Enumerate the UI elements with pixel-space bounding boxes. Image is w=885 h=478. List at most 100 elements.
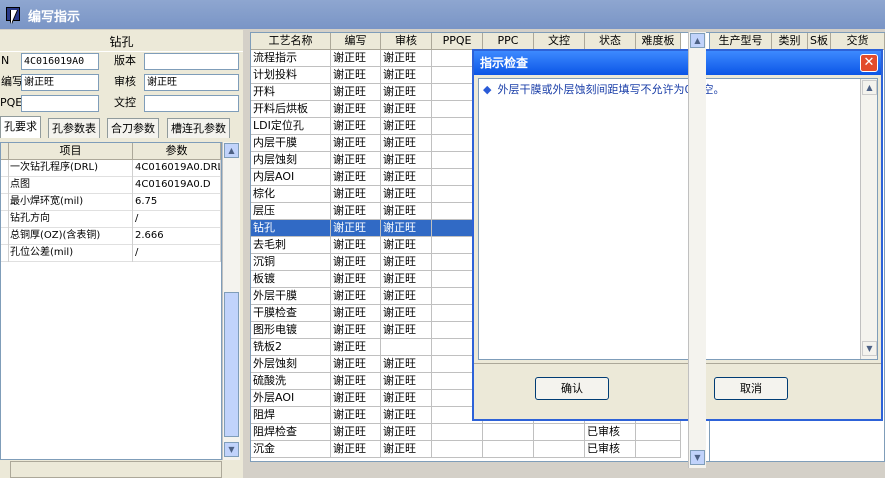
grid-scroll-up-icon[interactable]: ▲: [690, 33, 705, 48]
reviewer-cell[interactable]: 谢正旺: [381, 50, 432, 67]
process-name-cell[interactable]: 内层蚀刻: [251, 152, 331, 169]
reviewer-cell[interactable]: 谢正旺: [381, 373, 432, 390]
difficulty-cell[interactable]: [636, 424, 681, 441]
column-header-difficulty[interactable]: 难度板: [636, 33, 681, 50]
writer-cell[interactable]: 谢正旺: [331, 118, 381, 135]
reviewer-cell[interactable]: 谢正旺: [381, 186, 432, 203]
status-cell[interactable]: 已审核: [585, 424, 636, 441]
reviewer-cell[interactable]: 谢正旺: [381, 203, 432, 220]
grid-row[interactable]: 沉金 谢正旺 谢正旺 已审核: [251, 441, 709, 458]
process-name-cell[interactable]: 铣板2: [251, 339, 331, 356]
close-icon[interactable]: ✕: [860, 54, 878, 72]
writer-cell[interactable]: 谢正旺: [331, 356, 381, 373]
scroll-up-icon[interactable]: ▲: [224, 143, 239, 158]
param-cell[interactable]: 4C016019A0.DRL: [135, 160, 221, 177]
column-header-reviewer[interactable]: 审核: [381, 33, 432, 50]
pqe-field[interactable]: [21, 95, 99, 112]
writer-cell[interactable]: 谢正旺: [331, 101, 381, 118]
process-name-cell[interactable]: 阻焊检查: [251, 424, 331, 441]
doc-control-cell[interactable]: [534, 424, 585, 441]
process-name-cell[interactable]: 开料后烘板: [251, 101, 331, 118]
writer-cell[interactable]: 谢正旺: [331, 135, 381, 152]
reviewer-cell[interactable]: 谢正旺: [381, 390, 432, 407]
process-name-cell[interactable]: 板镀: [251, 271, 331, 288]
tab-hole-requirements[interactable]: 孔要求: [0, 116, 41, 138]
reviewer-cell[interactable]: 谢正旺: [381, 220, 432, 237]
writer-cell[interactable]: 谢正旺: [331, 50, 381, 67]
column-header-process-name[interactable]: 工艺名称: [251, 33, 331, 50]
message-scrollbar[interactable]: ▲ ▼: [860, 79, 877, 359]
writer-cell[interactable]: 谢正旺: [331, 169, 381, 186]
reviewer-cell[interactable]: 谢正旺: [381, 237, 432, 254]
process-name-cell[interactable]: 沉铜: [251, 254, 331, 271]
reviewer-cell[interactable]: 谢正旺: [381, 67, 432, 84]
writer-cell[interactable]: 谢正旺: [331, 407, 381, 424]
writer-cell[interactable]: 谢正旺: [331, 373, 381, 390]
process-name-cell[interactable]: 干膜检查: [251, 305, 331, 322]
column-header-doc-control[interactable]: 文控: [534, 33, 585, 50]
doc-control-field[interactable]: [144, 95, 239, 112]
grid-scroll-down-icon[interactable]: ▼: [690, 450, 705, 465]
scroll-thumb[interactable]: [224, 292, 239, 437]
column-header-extra[interactable]: 类别: [772, 33, 808, 50]
writer-cell[interactable]: 谢正旺: [331, 186, 381, 203]
process-name-cell[interactable]: 计划投料: [251, 67, 331, 84]
ppqe-cell[interactable]: [432, 424, 483, 441]
scroll-down-icon[interactable]: ▼: [224, 442, 239, 457]
writer-cell[interactable]: 谢正旺: [331, 271, 381, 288]
process-name-cell[interactable]: 外层干膜: [251, 288, 331, 305]
process-name-cell[interactable]: 阻焊: [251, 407, 331, 424]
column-header-param[interactable]: 参数: [133, 143, 221, 160]
process-name-cell[interactable]: 外层AOI: [251, 390, 331, 407]
param-cell[interactable]: /: [135, 211, 221, 228]
process-name-cell[interactable]: 钻孔: [251, 220, 331, 237]
process-name-cell[interactable]: 层压: [251, 203, 331, 220]
reviewer-cell[interactable]: 谢正旺: [381, 254, 432, 271]
writer-cell[interactable]: 谢正旺: [331, 339, 381, 356]
table-row[interactable]: 点图 4C016019A0.D: [1, 177, 221, 194]
item-cell[interactable]: 总铜厚(OZ)(含表铜): [10, 228, 133, 245]
column-header-extra[interactable]: 生产型号: [710, 33, 772, 50]
difficulty-cell[interactable]: [636, 441, 681, 458]
reviewer-cell[interactable]: 谢正旺: [381, 441, 432, 458]
reviewer-cell[interactable]: 谢正旺: [381, 118, 432, 135]
reviewer-cell[interactable]: 谢正旺: [381, 322, 432, 339]
table-row[interactable]: 钻孔方向 /: [1, 211, 221, 228]
status-cell[interactable]: 已审核: [585, 441, 636, 458]
table-row[interactable]: 总铜厚(OZ)(含表铜) 2.666: [1, 228, 221, 245]
grid-row[interactable]: 阻焊检查 谢正旺 谢正旺 已审核: [251, 424, 709, 441]
doc-control-cell[interactable]: [534, 441, 585, 458]
writer-cell[interactable]: 谢正旺: [331, 203, 381, 220]
confirm-button[interactable]: 确认: [535, 377, 609, 400]
writer-cell[interactable]: 谢正旺: [331, 305, 381, 322]
no-field[interactable]: 4C016019A0: [21, 53, 99, 70]
version-field[interactable]: [144, 53, 239, 70]
tab-tool-parameters[interactable]: 合刀参数: [107, 118, 159, 138]
column-header-ppqe[interactable]: PPQE: [432, 33, 483, 50]
reviewer-cell[interactable]: 谢正旺: [381, 288, 432, 305]
table-row[interactable]: 一次钻孔程序(DRL) 4C016019A0.DRL: [1, 160, 221, 177]
item-cell[interactable]: 最小焊环宽(mil): [10, 194, 133, 211]
writer-cell[interactable]: 谢正旺: [331, 84, 381, 101]
column-header-writer[interactable]: 编写: [331, 33, 381, 50]
message-scroll-down-icon[interactable]: ▼: [862, 341, 877, 356]
process-name-cell[interactable]: 内层干膜: [251, 135, 331, 152]
reviewer-cell[interactable]: 谢正旺: [381, 271, 432, 288]
process-name-cell[interactable]: 图形电镀: [251, 322, 331, 339]
requirements-scrollbar[interactable]: ▲ ▼: [222, 142, 240, 460]
writer-cell[interactable]: 谢正旺: [331, 67, 381, 84]
reviewer-cell[interactable]: 谢正旺: [381, 407, 432, 424]
writer-cell[interactable]: 谢正旺: [331, 441, 381, 458]
tab-slot-hole-parameters[interactable]: 槽连孔参数: [167, 118, 230, 138]
ppc-cell[interactable]: [483, 441, 534, 458]
item-cell[interactable]: 点图: [10, 177, 133, 194]
param-cell[interactable]: /: [135, 245, 221, 262]
column-header-ppc[interactable]: PPC: [483, 33, 534, 50]
writer-cell[interactable]: 谢正旺: [331, 152, 381, 169]
grid-scrollbar[interactable]: ▲ ▼: [688, 32, 706, 468]
ppc-cell[interactable]: [483, 424, 534, 441]
reviewer-cell[interactable]: 谢正旺: [381, 84, 432, 101]
message-scroll-up-icon[interactable]: ▲: [862, 80, 877, 95]
process-name-cell[interactable]: 硫酸洗: [251, 373, 331, 390]
process-name-cell[interactable]: 去毛刺: [251, 237, 331, 254]
